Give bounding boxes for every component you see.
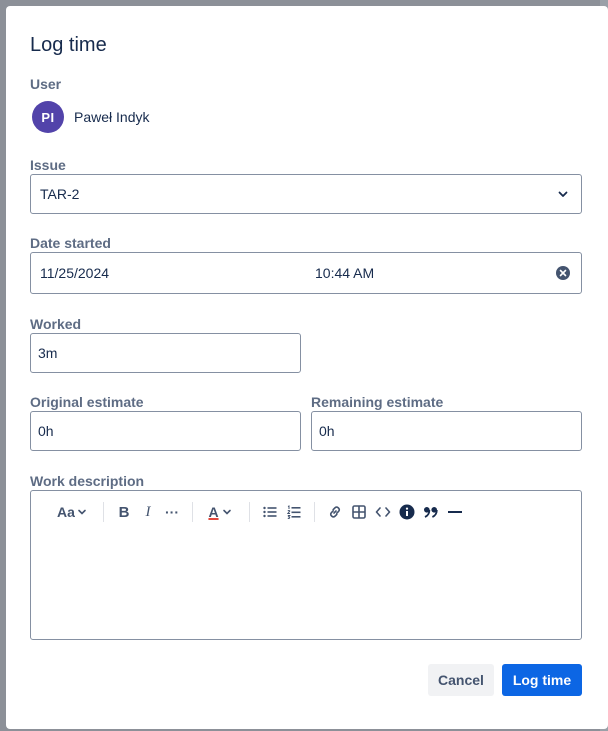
cancel-button[interactable]: Cancel bbox=[428, 664, 494, 696]
divider-button[interactable] bbox=[445, 499, 465, 525]
user-label: User bbox=[30, 76, 62, 92]
user-name: Paweł Indyk bbox=[74, 109, 150, 125]
issue-label: Issue bbox=[30, 157, 66, 173]
toolbar-separator bbox=[314, 502, 315, 522]
clear-icon[interactable] bbox=[556, 266, 570, 280]
chevron-down-icon bbox=[222, 509, 231, 515]
toolbar-separator bbox=[103, 502, 104, 522]
text-style-label: Aa bbox=[57, 504, 75, 520]
chevron-down-icon bbox=[558, 191, 568, 197]
remaining-estimate-label: Remaining estimate bbox=[311, 394, 444, 410]
horizontal-rule-icon bbox=[448, 511, 462, 513]
date-started-field: 11/25/2024 10:44 AM bbox=[30, 252, 582, 294]
italic-button[interactable]: I bbox=[138, 499, 158, 525]
log-time-button[interactable]: Log time bbox=[502, 664, 582, 696]
remaining-estimate-value: 0h bbox=[319, 423, 335, 439]
issue-value: TAR-2 bbox=[40, 186, 80, 202]
bullet-list-button[interactable] bbox=[260, 499, 280, 525]
remaining-estimate-input[interactable]: 0h bbox=[311, 411, 582, 451]
avatar: PI bbox=[32, 101, 64, 133]
dialog-title: Log time bbox=[30, 34, 107, 56]
original-estimate-label: Original estimate bbox=[30, 394, 144, 410]
bullet-list-icon bbox=[263, 506, 277, 518]
worked-input[interactable]: 3m bbox=[30, 333, 301, 373]
bold-button[interactable]: B bbox=[114, 499, 134, 525]
code-icon bbox=[375, 507, 391, 517]
log-time-dialog: Log time User PI Paweł Indyk Issue TAR-2… bbox=[6, 6, 608, 729]
link-button[interactable] bbox=[325, 499, 345, 525]
time-input[interactable]: 10:44 AM bbox=[315, 265, 374, 281]
table-button[interactable] bbox=[349, 499, 369, 525]
text-style-button[interactable]: Aa bbox=[55, 499, 89, 525]
work-description-editor[interactable]: Aa B I ··· A bbox=[30, 490, 582, 640]
toolbar-separator bbox=[192, 502, 193, 522]
date-input[interactable]: 11/25/2024 bbox=[40, 265, 109, 281]
close-icon bbox=[559, 269, 567, 277]
more-formatting-button[interactable]: ··· bbox=[162, 499, 182, 525]
numbered-list-button[interactable] bbox=[284, 499, 304, 525]
text-color-button[interactable]: A bbox=[203, 499, 237, 525]
original-estimate-input[interactable]: 0h bbox=[30, 411, 301, 451]
code-button[interactable] bbox=[373, 499, 393, 525]
worked-value: 3m bbox=[38, 345, 58, 361]
issue-select[interactable]: TAR-2 bbox=[30, 174, 582, 214]
table-icon bbox=[352, 505, 366, 519]
quote-button[interactable] bbox=[421, 499, 441, 525]
work-description-label: Work description bbox=[30, 473, 145, 489]
editor-toolbar: Aa B I ··· A bbox=[31, 499, 581, 525]
chevron-down-icon bbox=[78, 509, 86, 515]
link-icon bbox=[329, 506, 341, 518]
date-started-label: Date started bbox=[30, 235, 111, 251]
info-icon bbox=[399, 504, 415, 520]
worked-label: Worked bbox=[30, 316, 82, 332]
quote-icon bbox=[424, 507, 438, 518]
numbered-list-icon bbox=[287, 505, 301, 519]
original-estimate-value: 0h bbox=[38, 423, 54, 439]
info-panel-button[interactable] bbox=[397, 499, 417, 525]
text-color-label: A bbox=[208, 504, 219, 520]
toolbar-separator bbox=[249, 502, 250, 522]
